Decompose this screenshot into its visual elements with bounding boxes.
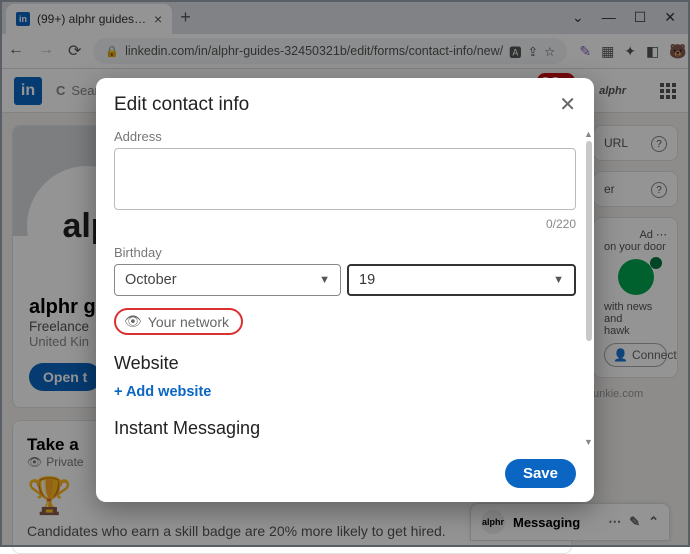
caret-down-icon: ▼ — [319, 274, 330, 286]
scroll-down-icon[interactable]: ▼ — [584, 437, 593, 447]
scrollbar[interactable]: ▲ ▼ — [584, 133, 592, 443]
birthday-month-value: October — [125, 272, 177, 288]
visibility-label: Your network — [148, 314, 229, 330]
edit-contact-modal: Edit contact info ✕ Address 0/220 Birthd… — [96, 78, 594, 502]
visibility-button[interactable]: 👁 Your network — [114, 308, 243, 335]
birthday-day-select[interactable]: 19 ▼ — [347, 264, 576, 296]
website-heading: Website — [114, 353, 576, 374]
birthday-label: Birthday — [114, 245, 576, 260]
add-website-link[interactable]: + Add website — [114, 384, 576, 400]
close-icon[interactable]: ✕ — [559, 92, 576, 117]
eye-icon: 👁 — [124, 313, 142, 330]
im-heading: Instant Messaging — [114, 418, 576, 439]
birthday-month-select[interactable]: October ▼ — [114, 264, 341, 296]
birthday-day-value: 19 — [359, 272, 375, 288]
address-counter: 0/220 — [114, 217, 576, 231]
caret-down-icon: ▼ — [553, 274, 564, 286]
address-label: Address — [114, 129, 576, 144]
address-input[interactable] — [114, 148, 576, 210]
modal-title: Edit contact info — [114, 94, 249, 116]
save-button[interactable]: Save — [505, 459, 576, 488]
scrollbar-thumb[interactable] — [586, 141, 592, 341]
